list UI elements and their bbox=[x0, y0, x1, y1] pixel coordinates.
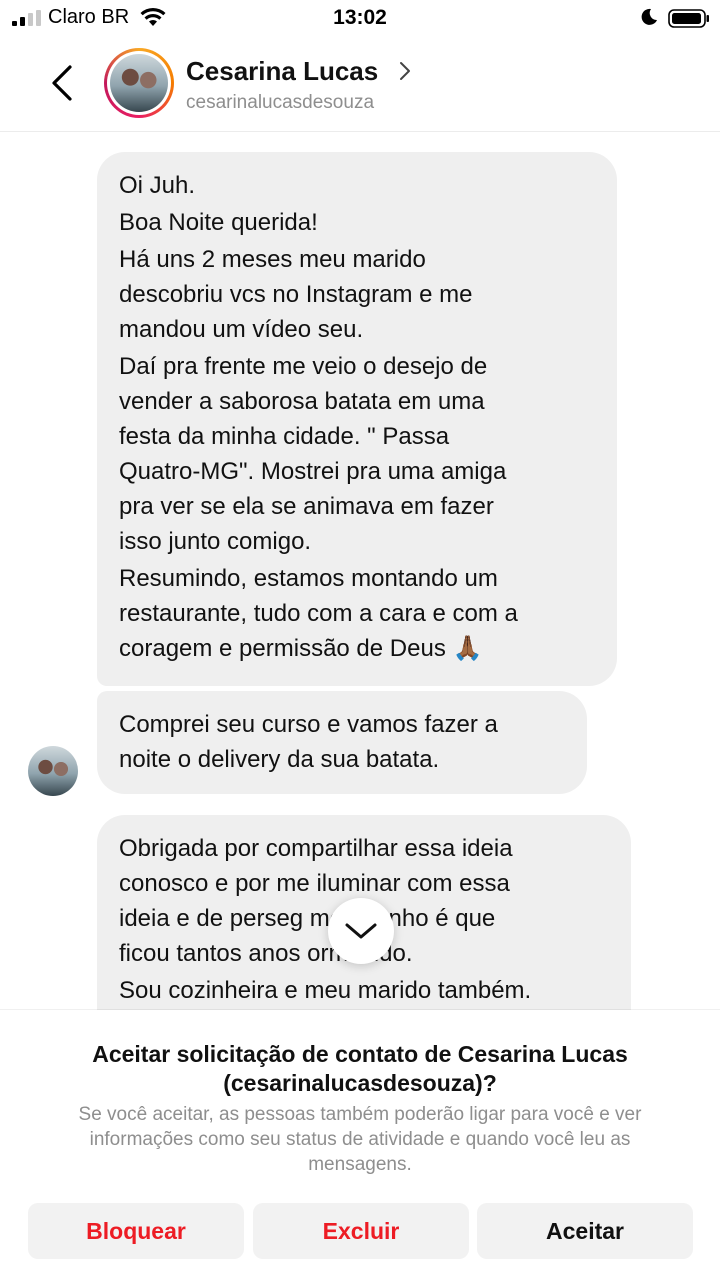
clock: 13:02 bbox=[333, 6, 387, 29]
block-button[interactable]: Bloquear bbox=[28, 1203, 244, 1259]
scroll-to-bottom-button[interactable] bbox=[328, 898, 394, 964]
chevron-right-icon[interactable] bbox=[398, 60, 412, 82]
message-paragraph: Há uns 2 meses meu marido descobriu vcs … bbox=[119, 246, 473, 343]
message-bubble[interactable]: Oi Juh. Boa Noite querida! Há uns 2 mese… bbox=[97, 152, 617, 686]
chevron-down-icon bbox=[345, 923, 377, 939]
chevron-left-icon bbox=[52, 65, 72, 101]
message-paragraph: Boa Noite querida! bbox=[119, 209, 318, 236]
avatar-photo bbox=[110, 54, 168, 112]
accept-button[interactable]: Aceitar bbox=[477, 1203, 693, 1259]
message-paragraph: Sou cozinheira e meu marido também. bbox=[119, 977, 532, 1004]
message-bubble[interactable]: Comprei seu curso e vamos fazer a noite … bbox=[97, 691, 587, 794]
profile-avatar[interactable] bbox=[104, 48, 174, 118]
delete-button[interactable]: Excluir bbox=[253, 1203, 469, 1259]
contact-username[interactable]: cesarinalucasdesouza bbox=[186, 92, 374, 114]
battery-icon bbox=[668, 9, 709, 28]
message-paragraph: Oi Juh. bbox=[119, 172, 196, 199]
chat-header: Cesarina Lucas cesarinalucasdesouza bbox=[0, 38, 720, 132]
message-paragraph: Daí pra frente me veio o desejo de vende… bbox=[119, 353, 507, 555]
do-not-disturb-moon-icon bbox=[641, 8, 657, 25]
message-request-panel: Aceitar solicitação de contato de Cesari… bbox=[0, 1010, 720, 1280]
back-button[interactable] bbox=[40, 58, 84, 108]
message-paragraph: Resumindo, estamos montando um restauran… bbox=[119, 565, 518, 662]
contact-name[interactable]: Cesarina Lucas bbox=[186, 56, 378, 87]
sender-avatar[interactable] bbox=[28, 746, 78, 796]
status-bar: Claro BR 13:02 bbox=[0, 0, 720, 38]
request-description: Se você aceitar, as pessoas também poder… bbox=[78, 1104, 642, 1175]
request-title: Aceitar solicitação de contato de Cesari… bbox=[92, 1041, 628, 1096]
message-paragraph: Comprei seu curso e vamos fazer a noite … bbox=[119, 711, 498, 773]
